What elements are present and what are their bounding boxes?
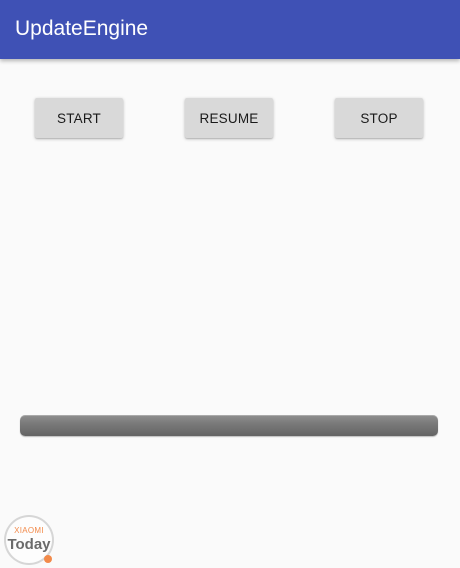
- start-button[interactable]: START: [35, 98, 123, 138]
- start-button-label: START: [56, 110, 101, 126]
- resume-button-label: RESUME: [199, 110, 259, 126]
- watermark-dot-icon: [44, 555, 52, 563]
- stop-button[interactable]: STOP: [335, 98, 423, 138]
- resume-button[interactable]: RESUME: [185, 98, 273, 138]
- watermark-bottom-text: Today: [7, 536, 51, 553]
- xiaomi-today-watermark-logo: XIAOMI Today: [4, 515, 56, 567]
- app-bar: UpdateEngine: [0, 0, 460, 59]
- stop-button-label: STOP: [360, 110, 398, 126]
- watermark-top-text: XIAOMI: [14, 526, 44, 535]
- progress-bar: [20, 415, 438, 436]
- app-title: UpdateEngine: [15, 17, 149, 40]
